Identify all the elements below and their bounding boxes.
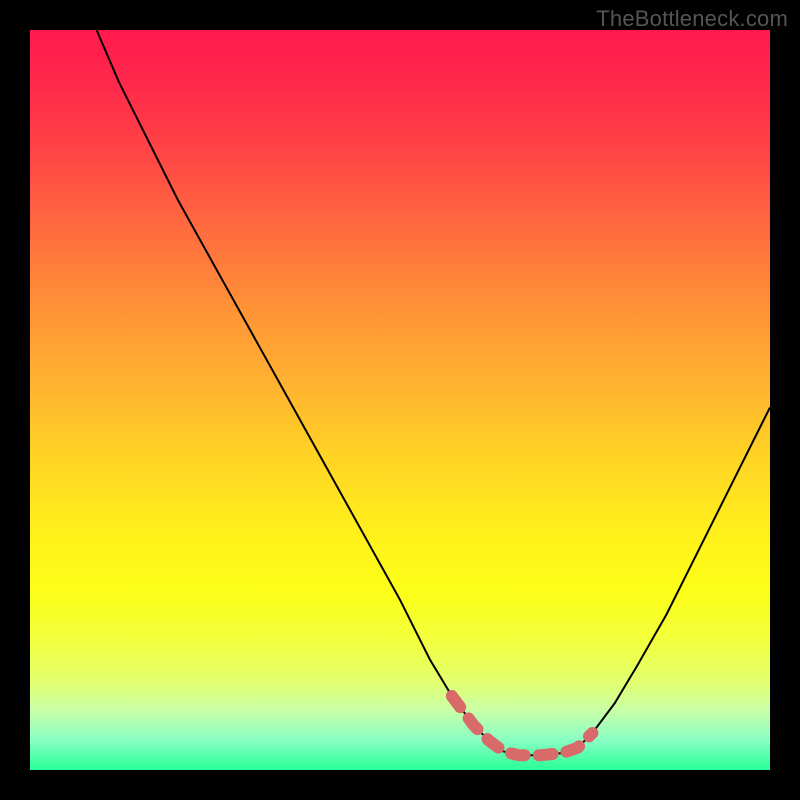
chart-svg — [30, 30, 770, 770]
watermark-text: TheBottleneck.com — [596, 6, 788, 32]
optimal-region-highlight — [452, 696, 593, 755]
chart-frame: TheBottleneck.com — [0, 0, 800, 800]
bottleneck-curve — [97, 30, 770, 755]
